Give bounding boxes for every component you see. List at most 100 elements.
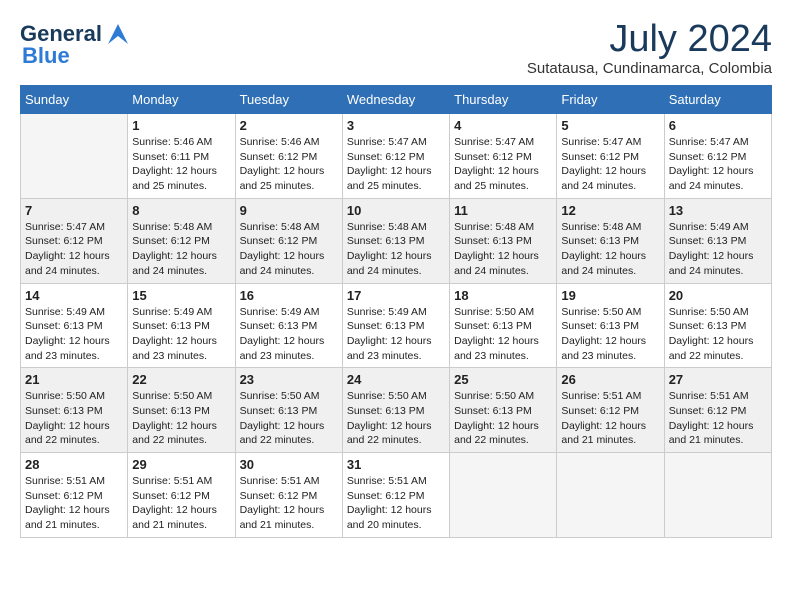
table-row: 27Sunrise: 5:51 AMSunset: 6:12 PMDayligh… [664,368,771,453]
daylight-line2: and 23 minutes. [132,349,230,364]
sunrise-text: Sunrise: 5:51 AM [669,389,767,404]
table-row: 24Sunrise: 5:50 AMSunset: 6:13 PMDayligh… [342,368,449,453]
table-row: 3Sunrise: 5:47 AMSunset: 6:12 PMDaylight… [342,114,449,199]
table-row: 12 Sunrise: 5:48 AMSunset: 6:13 PMDayligh… [557,198,664,283]
sunset-text: Sunset: 6:13 PM [132,319,230,334]
daylight-line1: Daylight: 12 hours [240,164,338,179]
table-row: 2Sunrise: 5:46 AMSunset: 6:12 PMDaylight… [235,114,342,199]
logo-icon [104,20,132,48]
calendar-week-row: 1Sunrise: 5:46 AMSunset: 6:11 PMDaylight… [21,114,772,199]
day-number: 18 [454,288,552,303]
daylight-line1: Daylight: 12 hours [454,419,552,434]
day-info: Sunrise: 5:48 AMSunset: 6:12 PMDaylight:… [132,220,230,279]
daylight-line2: and 22 minutes. [240,433,338,448]
sunrise-text: Sunrise: 5:50 AM [454,305,552,320]
day-number: 27 [669,372,767,387]
sunrise-text: Sunrise: 5:47 AM [454,135,552,150]
table-row [450,453,557,538]
sunset-text: Sunset: 6:13 PM [25,319,123,334]
daylight-line1: Daylight: 12 hours [669,334,767,349]
daylight-line1: Daylight: 12 hours [347,164,445,179]
day-info: Sunrise: 5:47 AMSunset: 6:12 PMDaylight:… [347,135,445,194]
header: General Blue July 2024 Sutatausa, Cundin… [20,20,772,77]
calendar-table: Sunday Monday Tuesday Wednesday Thursday… [20,85,772,538]
sunset-text: Sunset: 6:13 PM [454,319,552,334]
day-number: 21 [25,372,123,387]
day-info: Sunrise: 5:48 AMSunset: 6:13 PMDaylight:… [454,220,552,279]
sunrise-text: Sunrise: 5:50 AM [561,305,659,320]
sunset-text: Sunset: 6:12 PM [669,404,767,419]
daylight-line2: and 25 minutes. [454,179,552,194]
daylight-line1: Daylight: 12 hours [347,503,445,518]
col-friday: Friday [557,86,664,114]
daylight-line1: Daylight: 12 hours [25,419,123,434]
day-number: 7 [25,203,123,218]
sunset-text: Sunset: 6:11 PM [132,150,230,165]
daylight-line2: and 25 minutes. [132,179,230,194]
table-row: 19Sunrise: 5:50 AMSunset: 6:13 PMDayligh… [557,283,664,368]
daylight-line1: Daylight: 12 hours [132,419,230,434]
logo-blue: Blue [22,44,70,68]
day-number: 14 [25,288,123,303]
daylight-line1: Daylight: 12 hours [25,503,123,518]
table-row [557,453,664,538]
sunrise-text: Sunrise: 5:47 AM [561,135,659,150]
sunset-text: Sunset: 6:13 PM [240,404,338,419]
day-number: 5 [561,118,659,133]
sunset-text: Sunset: 6:13 PM [132,404,230,419]
sunrise-text: Sunrise: 5:51 AM [240,474,338,489]
day-info: Sunrise: 5:47 AMSunset: 6:12 PMDaylight:… [669,135,767,194]
table-row: 11Sunrise: 5:48 AMSunset: 6:13 PMDayligh… [450,198,557,283]
daylight-line2: and 22 minutes. [25,433,123,448]
day-number: 9 [240,203,338,218]
day-number: 8 [132,203,230,218]
day-number: 12 [561,203,659,218]
calendar-week-row: 14Sunrise: 5:49 AMSunset: 6:13 PMDayligh… [21,283,772,368]
daylight-line1: Daylight: 12 hours [347,334,445,349]
daylight-line2: and 25 minutes. [347,179,445,194]
sunset-text: Sunset: 6:12 PM [240,234,338,249]
sunrise-text: Sunrise: 5:49 AM [669,220,767,235]
sunrise-text: Sunrise: 5:49 AM [25,305,123,320]
day-info: Sunrise: 5:48 AMSunset: 6:13 PMDaylight:… [561,220,659,279]
daylight-line2: and 24 minutes. [561,264,659,279]
daylight-line1: Daylight: 12 hours [561,334,659,349]
daylight-line1: Daylight: 12 hours [669,164,767,179]
sunset-text: Sunset: 6:12 PM [25,234,123,249]
daylight-line2: and 21 minutes. [669,433,767,448]
daylight-line2: and 24 minutes. [454,264,552,279]
table-row: 14Sunrise: 5:49 AMSunset: 6:13 PMDayligh… [21,283,128,368]
calendar-week-row: 21 Sunrise: 5:50 AMSunset: 6:13 PMDayligh… [21,368,772,453]
daylight-line2: and 24 minutes. [25,264,123,279]
daylight-line1: Daylight: 12 hours [561,419,659,434]
daylight-line1: Daylight: 12 hours [132,249,230,264]
sunset-text: Sunset: 6:12 PM [561,404,659,419]
day-info: Sunrise: 5:50 AMSunset: 6:13 PMDaylight:… [347,389,445,448]
col-sunday: Sunday [21,86,128,114]
table-row: 20Sunrise: 5:50 AMSunset: 6:13 PMDayligh… [664,283,771,368]
daylight-line1: Daylight: 12 hours [669,249,767,264]
daylight-line1: Daylight: 12 hours [240,503,338,518]
col-thursday: Thursday [450,86,557,114]
daylight-line2: and 24 minutes. [347,264,445,279]
sunset-text: Sunset: 6:12 PM [240,489,338,504]
page: General Blue July 2024 Sutatausa, Cundin… [0,0,792,548]
daylight-line2: and 24 minutes. [561,179,659,194]
daylight-line2: and 21 minutes. [240,518,338,533]
sunrise-text: Sunrise: 5:51 AM [347,474,445,489]
sunrise-text: Sunrise: 5:48 AM [347,220,445,235]
sunset-text: Sunset: 6:12 PM [132,489,230,504]
table-row: 13Sunrise: 5:49 AMSunset: 6:13 PMDayligh… [664,198,771,283]
day-info: Sunrise: 5:50 AMSunset: 6:13 PMDaylight:… [454,305,552,364]
day-number: 4 [454,118,552,133]
day-number: 26 [561,372,659,387]
day-number: 25 [454,372,552,387]
day-info: Sunrise: 5:51 AMSunset: 6:12 PMDaylight:… [240,474,338,533]
sunset-text: Sunset: 6:13 PM [347,319,445,334]
daylight-line2: and 24 minutes. [669,264,767,279]
sunrise-text: Sunrise: 5:51 AM [25,474,123,489]
day-info: Sunrise: 5:50 AMSunset: 6:13 PMDaylight:… [454,389,552,448]
day-info: Sunrise: 5:51 AMSunset: 6:12 PMDaylight:… [132,474,230,533]
sunset-text: Sunset: 6:13 PM [25,404,123,419]
logo: General Blue [20,20,132,68]
